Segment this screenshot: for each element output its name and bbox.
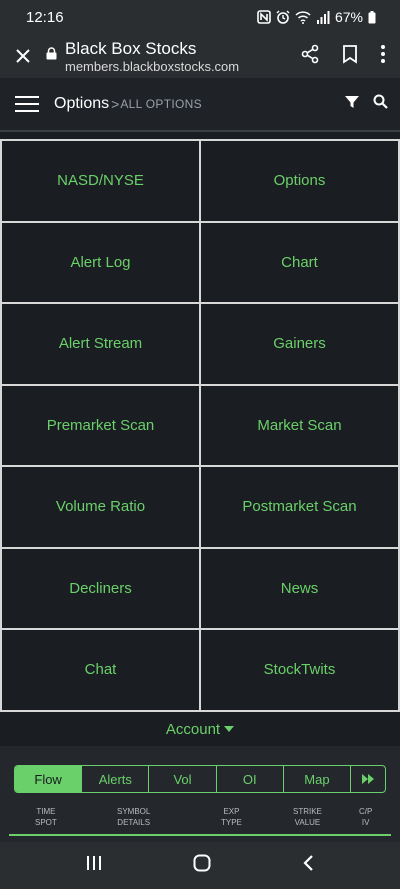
- tile-alert-stream[interactable]: Alert Stream: [2, 304, 201, 386]
- tab-oi[interactable]: OI: [217, 766, 284, 792]
- menu-button[interactable]: [0, 95, 54, 113]
- column-symbol-details[interactable]: SYMBOL DETAILS: [117, 806, 150, 828]
- bookmark-button[interactable]: [342, 44, 358, 69]
- column-strike-value[interactable]: STRIKE VALUE: [293, 806, 322, 828]
- breadcrumb: Options > ALL OPTIONS: [54, 95, 345, 113]
- browser-address[interactable]: Black Box Stocks members.blackboxstocks.…: [46, 37, 300, 75]
- bookmark-icon: [343, 44, 357, 64]
- caret-down-icon: [224, 726, 235, 732]
- battery-percent: 67%: [334, 9, 363, 25]
- account-label: Account: [165, 720, 221, 738]
- close-icon: [16, 49, 30, 63]
- back-icon: [303, 855, 314, 871]
- tab-map[interactable]: Map: [284, 766, 352, 792]
- alarm-icon: [276, 10, 290, 24]
- share-button[interactable]: [300, 44, 320, 69]
- recents-icon: [86, 856, 101, 870]
- recents-button[interactable]: [86, 855, 102, 876]
- tile-options[interactable]: Options: [201, 141, 400, 223]
- home-button[interactable]: [193, 854, 211, 877]
- tile-volume-ratio[interactable]: Volume Ratio: [2, 467, 201, 549]
- system-nav-bar: [0, 842, 400, 889]
- column-time-spot[interactable]: TIME SPOT: [35, 806, 57, 828]
- tab-next[interactable]: [351, 766, 385, 792]
- flow-panel: Flow Alerts Vol OI Map TIME SPOT SYMBOL …: [0, 746, 400, 842]
- page-title: Options: [54, 95, 110, 112]
- filter-icon: [345, 95, 359, 108]
- tile-chat[interactable]: Chat: [2, 630, 201, 712]
- more-options-button[interactable]: [380, 44, 386, 69]
- lock-icon: [46, 47, 57, 65]
- tile-premarket-scan[interactable]: Premarket Scan: [2, 385, 201, 467]
- tile-market-scan[interactable]: Market Scan: [201, 385, 400, 467]
- flow-column-headers: TIME SPOT SYMBOL DETAILS EXP TYPE STRIKE…: [9, 806, 391, 836]
- app-header: Options > ALL OPTIONS: [0, 78, 400, 132]
- search-button[interactable]: [373, 94, 388, 114]
- browser-title: Black Box Stocks: [65, 39, 197, 58]
- tile-postmarket-scan[interactable]: Postmarket Scan: [201, 467, 400, 549]
- column-cp-iv[interactable]: C/P IV: [359, 806, 372, 828]
- tab-alerts[interactable]: Alerts: [82, 766, 150, 792]
- hamburger-icon: [15, 96, 39, 112]
- account-dropdown[interactable]: Account: [0, 712, 400, 746]
- browser-toolbar: Black Box Stocks members.blackboxstocks.…: [0, 34, 400, 78]
- tile-nasd-nyse[interactable]: NASD/NYSE: [2, 141, 201, 223]
- wifi-icon: [295, 10, 311, 24]
- tab-flow[interactable]: Flow: [15, 766, 83, 792]
- home-icon: [193, 854, 211, 872]
- tile-decliners[interactable]: Decliners: [2, 548, 201, 630]
- nfc-icon: [257, 10, 271, 24]
- back-button[interactable]: [302, 854, 314, 877]
- search-icon: [373, 94, 388, 109]
- share-icon: [301, 44, 319, 63]
- status-icons: 67%: [257, 9, 376, 25]
- column-exp-type[interactable]: EXP TYPE: [221, 806, 242, 828]
- tile-chart[interactable]: Chart: [201, 222, 400, 304]
- status-time: 12:16: [26, 8, 64, 26]
- browser-url: members.blackboxstocks.com: [65, 59, 240, 74]
- status-bar: 12:16 67%: [0, 0, 400, 34]
- tile-gainers[interactable]: Gainers: [201, 304, 400, 386]
- breadcrumb-subtitle[interactable]: ALL OPTIONS: [120, 97, 202, 111]
- filter-button[interactable]: [345, 95, 359, 114]
- close-tab-button[interactable]: [0, 48, 46, 64]
- tab-vol[interactable]: Vol: [149, 766, 217, 792]
- signal-icon: [316, 10, 330, 24]
- more-vertical-icon: [381, 44, 385, 63]
- breadcrumb-separator: >: [111, 96, 120, 112]
- options-menu-grid: NASD/NYSE Options Alert Log Chart Alert …: [0, 139, 400, 712]
- tile-news[interactable]: News: [201, 548, 400, 630]
- tile-stocktwits[interactable]: StockTwits: [201, 630, 400, 712]
- battery-icon: [368, 10, 376, 24]
- tile-alert-log[interactable]: Alert Log: [2, 222, 201, 304]
- flow-tabs: Flow Alerts Vol OI Map: [14, 765, 386, 793]
- fast-forward-icon: [362, 774, 375, 784]
